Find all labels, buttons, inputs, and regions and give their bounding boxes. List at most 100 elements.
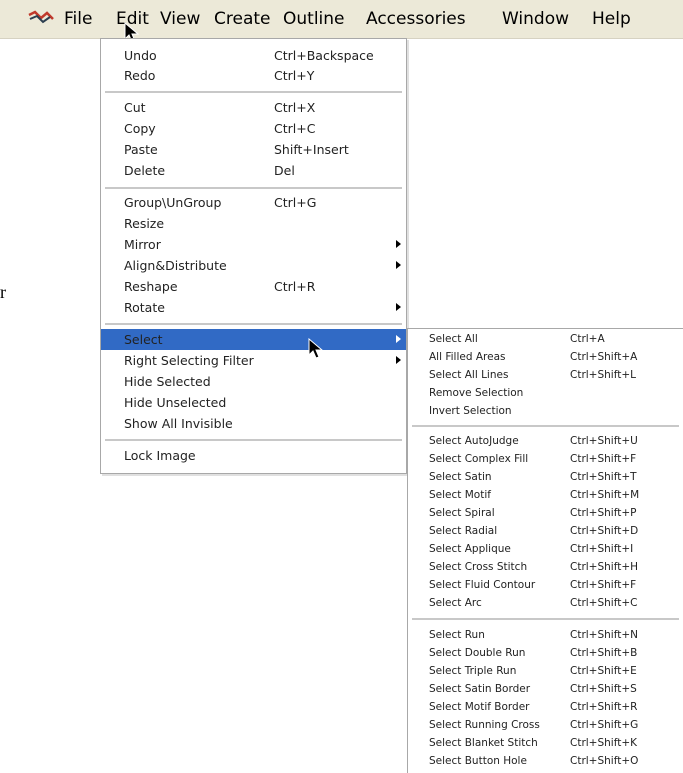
menu-item-label: Resize <box>124 216 165 231</box>
submenu-item-select-applique[interactable]: Select Applique Ctrl+Shift+I <box>408 540 683 558</box>
menu-separator <box>105 187 402 189</box>
menu-item-label: Select <box>124 332 163 347</box>
menu-item-delete[interactable]: Delete Del <box>101 160 406 181</box>
menu-item-label: Reshape <box>124 279 178 294</box>
menu-item-label: Select Spiral <box>429 507 495 519</box>
submenu-item-select-all-lines[interactable]: Select All Lines Ctrl+Shift+L <box>408 366 683 384</box>
menu-item-reshape[interactable]: Reshape Ctrl+R <box>101 276 406 297</box>
app-logo-icon[interactable] <box>28 10 54 28</box>
menu-item-label: Select Triple Run <box>429 665 517 677</box>
menu-item-label: Group\UnGroup <box>124 195 222 210</box>
menu-item-shortcut: Ctrl+G <box>274 195 317 210</box>
menu-item-undo[interactable]: Undo Ctrl+Backspace <box>101 45 406 66</box>
menu-item-label: Select Applique <box>429 543 511 555</box>
menu-item-group-ungroup[interactable]: Group\UnGroup Ctrl+G <box>101 192 406 213</box>
submenu-arrow-icon <box>396 303 401 311</box>
menu-item-label: Cut <box>124 100 146 115</box>
menu-item-label: Select Fluid Contour <box>429 579 536 591</box>
submenu-item-select-arc[interactable]: Select Arc Ctrl+Shift+C <box>408 594 683 612</box>
menu-separator <box>412 618 679 620</box>
submenu-item-select-running-cross[interactable]: Select Running Cross Ctrl+Shift+G <box>408 716 683 734</box>
submenu-item-select-double-run[interactable]: Select Double Run Ctrl+Shift+B <box>408 644 683 662</box>
submenu-item-select-complex-fill[interactable]: Select Complex Fill Ctrl+Shift+F <box>408 450 683 468</box>
menu-item-label: Select Radial <box>429 525 498 537</box>
submenu-item-select-satin-border[interactable]: Select Satin Border Ctrl+Shift+S <box>408 680 683 698</box>
menu-item-hide-unselected[interactable]: Hide Unselected <box>101 392 406 413</box>
submenu-item-select-all[interactable]: Select All Ctrl+A <box>408 330 683 348</box>
submenu-arrow-icon <box>396 356 401 364</box>
menu-item-shortcut: Ctrl+Shift+C <box>570 597 638 609</box>
menu-item-shortcut: Ctrl+Shift+P <box>570 507 637 519</box>
menu-file[interactable]: File <box>64 0 92 38</box>
submenu-arrow-icon <box>396 335 401 343</box>
menu-item-label: Select Run <box>429 629 485 641</box>
menu-item-label: Select Motif <box>429 489 491 501</box>
menu-item-label: Hide Selected <box>124 374 211 389</box>
submenu-item-select-blanket-stitch[interactable]: Select Blanket Stitch Ctrl+Shift+K <box>408 734 683 752</box>
submenu-item-select-button-hole[interactable]: Select Button Hole Ctrl+Shift+O <box>408 752 683 770</box>
submenu-item-remove-selection[interactable]: Remove Selection <box>408 384 683 402</box>
menu-item-shortcut: Ctrl+Shift+R <box>570 701 638 713</box>
menu-item-shortcut: Ctrl+Shift+O <box>570 755 639 767</box>
menu-item-right-selecting-filter[interactable]: Right Selecting Filter <box>101 350 406 371</box>
menu-item-select[interactable]: Select <box>101 329 406 350</box>
menu-help[interactable]: Help <box>592 0 631 38</box>
menu-separator <box>105 323 402 325</box>
menu-item-shortcut: Ctrl+Shift+A <box>570 351 638 363</box>
submenu-item-select-run[interactable]: Select Run Ctrl+Shift+N <box>408 626 683 644</box>
menu-item-label: Undo <box>124 48 157 63</box>
menu-item-hide-selected[interactable]: Hide Selected <box>101 371 406 392</box>
submenu-arrow-icon <box>396 261 401 269</box>
menu-item-shortcut: Ctrl+Shift+E <box>570 665 637 677</box>
menu-item-shortcut: Ctrl+Shift+S <box>570 683 637 695</box>
menu-item-shortcut: Ctrl+X <box>274 100 316 115</box>
menu-item-label: Select Cross Stitch <box>429 561 528 573</box>
menu-item-copy[interactable]: Copy Ctrl+C <box>101 118 406 139</box>
menu-item-shortcut: Shift+Insert <box>274 142 349 157</box>
menu-separator <box>105 91 402 93</box>
submenu-item-select-motif-border[interactable]: Select Motif Border Ctrl+Shift+R <box>408 698 683 716</box>
submenu-item-select-autojudge[interactable]: Select AutoJudge Ctrl+Shift+U <box>408 432 683 450</box>
menu-item-resize[interactable]: Resize <box>101 213 406 234</box>
menu-item-shortcut: Ctrl+Shift+T <box>570 471 637 483</box>
menu-item-label: Select Blanket Stitch <box>429 737 538 749</box>
submenu-item-invert-selection[interactable]: Invert Selection <box>408 402 683 420</box>
submenu-item-select-fluid-contour[interactable]: Select Fluid Contour Ctrl+Shift+F <box>408 576 683 594</box>
submenu-item-select-motif[interactable]: Select Motif Ctrl+Shift+M <box>408 486 683 504</box>
menu-item-shortcut: Ctrl+Shift+B <box>570 647 638 659</box>
submenu-item-select-satin[interactable]: Select Satin Ctrl+Shift+T <box>408 468 683 486</box>
menu-item-paste: Paste Shift+Insert <box>101 139 406 160</box>
menu-item-cut[interactable]: Cut Ctrl+X <box>101 97 406 118</box>
menu-item-shortcut: Ctrl+Shift+F <box>570 453 637 465</box>
menu-accessories[interactable]: Accessories <box>366 0 466 38</box>
menu-item-show-all-invisible[interactable]: Show All Invisible <box>101 413 406 434</box>
menu-item-label: Copy <box>124 121 156 136</box>
submenu-item-select-triple-run[interactable]: Select Triple Run Ctrl+Shift+E <box>408 662 683 680</box>
menu-outline[interactable]: Outline <box>283 0 345 38</box>
submenu-item-select-cross-stitch[interactable]: Select Cross Stitch Ctrl+Shift+H <box>408 558 683 576</box>
menu-item-label: Paste <box>124 142 158 157</box>
menu-item-shortcut: Ctrl+Backspace <box>274 48 374 63</box>
menu-item-shortcut: Ctrl+Shift+K <box>570 737 638 749</box>
menu-item-label: Mirror <box>124 237 161 252</box>
menu-item-redo: Redo Ctrl+Y <box>101 65 406 86</box>
submenu-item-select-spiral[interactable]: Select Spiral Ctrl+Shift+P <box>408 504 683 522</box>
submenu-item-select-radial[interactable]: Select Radial Ctrl+Shift+D <box>408 522 683 540</box>
background-text-fragment: r <box>0 282 6 302</box>
menu-item-shortcut: Ctrl+Shift+G <box>570 719 639 731</box>
menu-item-shortcut: Ctrl+Shift+N <box>570 629 638 641</box>
menu-create[interactable]: Create <box>214 0 271 38</box>
menu-item-shortcut: Ctrl+Shift+U <box>570 435 638 447</box>
menu-item-align-distribute[interactable]: Align&Distribute <box>101 255 406 276</box>
menu-item-mirror[interactable]: Mirror <box>101 234 406 255</box>
menu-item-label: Select All Lines <box>429 369 509 381</box>
submenu-item-all-filled-areas[interactable]: All Filled Areas Ctrl+Shift+A <box>408 348 683 366</box>
menu-item-rotate[interactable]: Rotate <box>101 297 406 318</box>
menu-separator <box>412 425 679 427</box>
menu-item-label: Lock Image <box>124 448 196 463</box>
menu-item-lock-image[interactable]: Lock Image <box>101 445 406 466</box>
menu-view[interactable]: View <box>160 0 200 38</box>
menu-window[interactable]: Window <box>502 0 569 38</box>
menu-item-label: Select Double Run <box>429 647 526 659</box>
menu-edit[interactable]: Edit <box>116 0 149 38</box>
